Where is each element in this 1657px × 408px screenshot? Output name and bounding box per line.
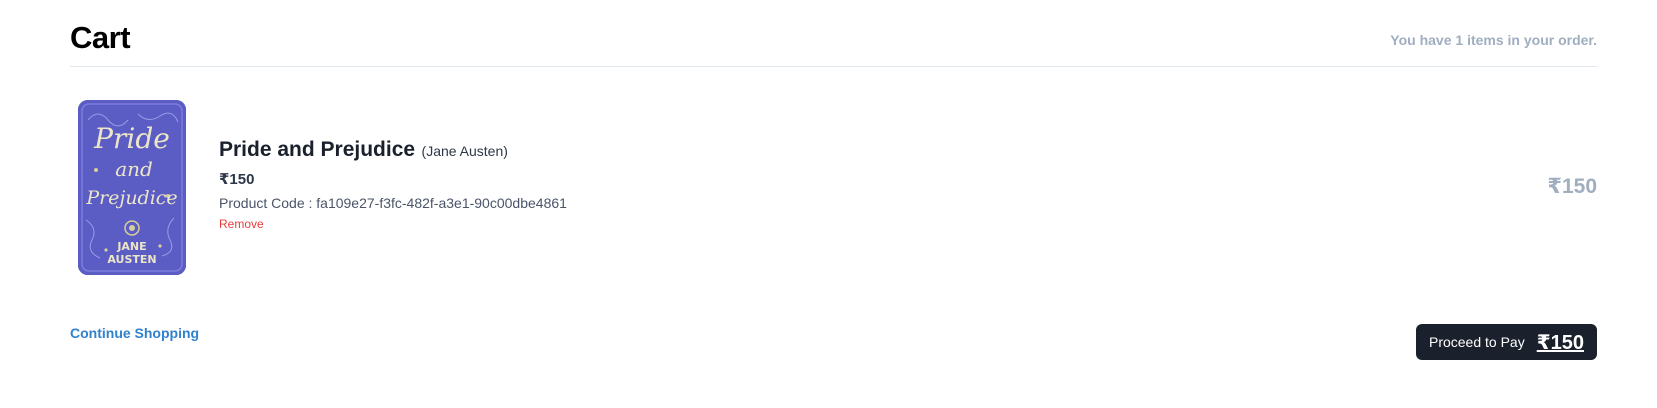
- cover-title-line3: Prejudice: [85, 187, 177, 209]
- item-product-code: Product Code : fa109e27-f3fc-482f-a3e1-9…: [219, 195, 567, 211]
- item-title-row: Pride and Prejudice (Jane Austen): [219, 138, 567, 162]
- item-author: (Jane Austen): [421, 143, 508, 159]
- book-cover-art: Pride and Prejudice JANE AUSTEN: [78, 100, 186, 275]
- page-title: Cart: [70, 20, 131, 55]
- item-unit-price: ₹150: [219, 171, 255, 188]
- cart-item: Pride and Prejudice JANE AUSTEN Pride an…: [70, 92, 1597, 278]
- cover-title-line1: Pride: [93, 122, 170, 155]
- book-cover-image[interactable]: Pride and Prejudice JANE AUSTEN: [78, 100, 186, 275]
- cart-header: Cart You have 1 items in your order.: [70, 20, 1597, 67]
- cart-page: Cart You have 1 items in your order. Pri…: [0, 0, 1657, 408]
- cover-title-line2: and: [115, 157, 153, 181]
- pay-button-amount: ₹150: [1536, 331, 1585, 354]
- item-title[interactable]: Pride and Prejudice: [219, 138, 415, 161]
- item-info: Pride and Prejudice (Jane Austen) ₹150 P…: [219, 138, 567, 233]
- cover-author-line2: AUSTEN: [107, 253, 156, 266]
- cover-author-line1: JANE: [116, 240, 146, 253]
- remove-button[interactable]: Remove: [219, 217, 264, 231]
- proceed-to-pay-button[interactable]: Proceed to Pay ₹150: [1416, 324, 1597, 360]
- pay-button-label: Proceed to Pay: [1428, 334, 1525, 350]
- continue-shopping-link[interactable]: Continue Shopping: [70, 325, 199, 341]
- order-summary: You have 1 items in your order.: [1390, 32, 1597, 48]
- item-line-total: ₹150: [1547, 175, 1597, 198]
